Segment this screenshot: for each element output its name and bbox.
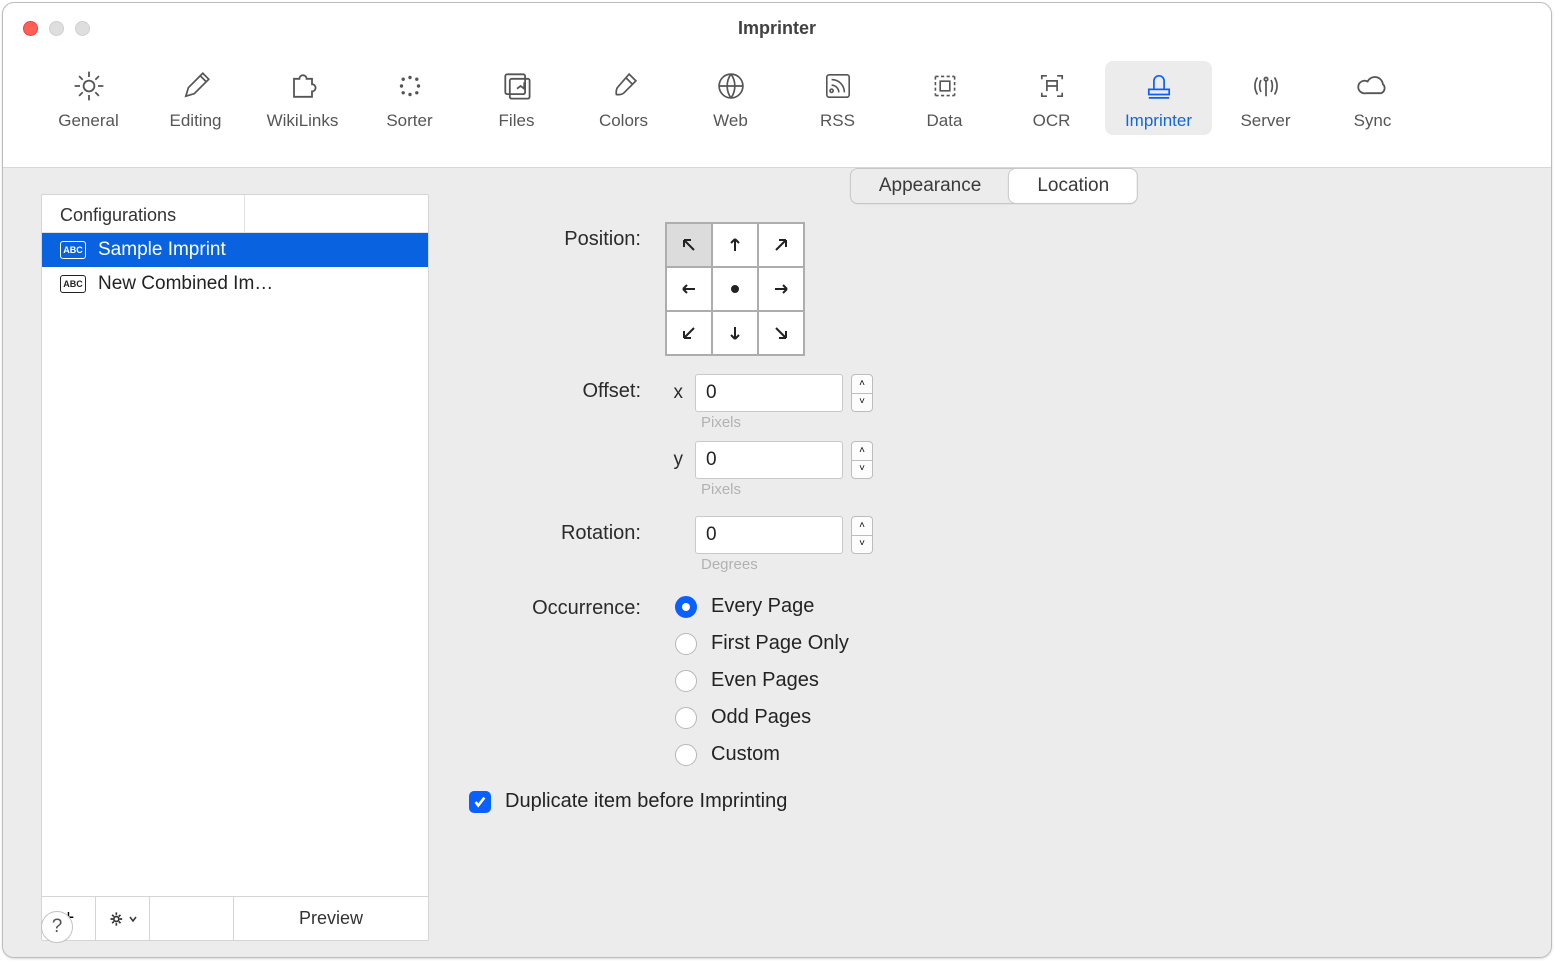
- pencil-icon: [177, 67, 215, 105]
- sidebar-footer: + Preview: [42, 896, 428, 940]
- occurrence-even-pages[interactable]: Even Pages: [675, 669, 849, 692]
- configurations-sidebar: Configurations ABC Sample Imprint ABC Ne…: [41, 194, 429, 941]
- position-label: Position:: [465, 222, 665, 251]
- offset-x-label: x: [665, 382, 683, 404]
- antenna-icon: [1247, 67, 1285, 105]
- configuration-item[interactable]: ABC New Combined Im…: [42, 267, 428, 301]
- subtabs: Appearance Location: [850, 168, 1138, 204]
- zoom-window-button[interactable]: [75, 21, 90, 36]
- rotation-units: Degrees: [701, 556, 873, 573]
- data-icon: [926, 67, 964, 105]
- preferences-window: Imprinter General Editing WikiLinks Sort…: [2, 2, 1552, 958]
- occurrence-custom[interactable]: Custom: [675, 743, 849, 766]
- stepper-up-icon[interactable]: ˄: [851, 441, 873, 460]
- sorter-icon: [391, 67, 429, 105]
- position-top-right[interactable]: [758, 223, 804, 267]
- tab-ocr[interactable]: OCR: [998, 61, 1105, 135]
- tab-sync[interactable]: Sync: [1319, 61, 1426, 135]
- radio-icon: [675, 596, 697, 618]
- help-button[interactable]: ?: [41, 911, 73, 943]
- preferences-toolbar: General Editing WikiLinks Sorter Files: [3, 53, 1551, 168]
- occurrence-first-page[interactable]: First Page Only: [675, 632, 849, 655]
- offset-y-stepper[interactable]: ˄ ˅: [851, 441, 873, 479]
- gear-icon: [108, 909, 128, 929]
- gear-icon: [70, 67, 108, 105]
- offset-y-units: Pixels: [701, 481, 873, 498]
- position-bottom-right[interactable]: [758, 311, 804, 355]
- cloud-icon: [1354, 67, 1392, 105]
- minimize-window-button[interactable]: [49, 21, 64, 36]
- tab-editing[interactable]: Editing: [142, 61, 249, 135]
- tab-general[interactable]: General: [35, 61, 142, 135]
- stepper-down-icon[interactable]: ˅: [851, 460, 873, 480]
- preview-button[interactable]: Preview: [234, 897, 428, 940]
- content-area: Configurations ABC Sample Imprint ABC Ne…: [3, 168, 1551, 957]
- rss-icon: [819, 67, 857, 105]
- tab-web[interactable]: Web: [677, 61, 784, 135]
- tab-data[interactable]: Data: [891, 61, 998, 135]
- radio-icon: [675, 707, 697, 729]
- configuration-actions-button[interactable]: [96, 897, 150, 940]
- configuration-label: New Combined Im…: [98, 273, 273, 295]
- titlebar: Imprinter: [3, 3, 1551, 53]
- stepper-up-icon[interactable]: ˄: [851, 516, 873, 535]
- duplicate-before-imprinting-checkbox[interactable]: Duplicate item before Imprinting: [469, 790, 1523, 813]
- position-left[interactable]: [666, 267, 712, 311]
- position-top-left[interactable]: [666, 223, 712, 267]
- radio-icon: [675, 744, 697, 766]
- tab-files[interactable]: Files: [463, 61, 570, 135]
- tab-wikilinks[interactable]: WikiLinks: [249, 61, 356, 135]
- position-grid: [665, 222, 805, 356]
- brush-icon: [605, 67, 643, 105]
- occurrence-label: Occurrence:: [465, 591, 665, 620]
- stamp-icon: [1140, 67, 1178, 105]
- imprint-icon: ABC: [60, 275, 86, 293]
- rotation-input[interactable]: [695, 516, 843, 554]
- settings-panel: Appearance Location Position:: [465, 194, 1523, 941]
- stepper-up-icon[interactable]: ˄: [851, 374, 873, 393]
- radio-icon: [675, 670, 697, 692]
- globe-icon: [712, 67, 750, 105]
- subtab-appearance[interactable]: Appearance: [851, 169, 1009, 203]
- rotation-stepper[interactable]: ˄ ˅: [851, 516, 873, 554]
- subtab-location[interactable]: Location: [1009, 169, 1137, 203]
- position-right[interactable]: [758, 267, 804, 311]
- stepper-down-icon[interactable]: ˅: [851, 535, 873, 555]
- imprint-icon: ABC: [60, 241, 86, 259]
- checkbox-icon: [469, 791, 491, 813]
- radio-icon: [675, 633, 697, 655]
- tab-colors[interactable]: Colors: [570, 61, 677, 135]
- offset-x-input[interactable]: [695, 374, 843, 412]
- offset-y-input[interactable]: [695, 441, 843, 479]
- occurrence-odd-pages[interactable]: Odd Pages: [675, 706, 849, 729]
- offset-x-units: Pixels: [701, 414, 873, 431]
- position-top[interactable]: [712, 223, 758, 267]
- rotation-label: Rotation:: [465, 516, 665, 545]
- configuration-item[interactable]: ABC Sample Imprint: [42, 233, 428, 267]
- tab-sorter[interactable]: Sorter: [356, 61, 463, 135]
- tab-server[interactable]: Server: [1212, 61, 1319, 135]
- offset-y-label: y: [665, 449, 683, 471]
- close-window-button[interactable]: [23, 21, 38, 36]
- traffic-lights: [23, 21, 90, 36]
- offset-label: Offset:: [465, 374, 665, 403]
- puzzle-icon: [284, 67, 322, 105]
- ocr-icon: [1033, 67, 1071, 105]
- tab-rss[interactable]: RSS: [784, 61, 891, 135]
- files-icon: [498, 67, 536, 105]
- window-title: Imprinter: [738, 18, 816, 39]
- configuration-label: Sample Imprint: [98, 239, 226, 261]
- sidebar-header: Configurations: [42, 195, 428, 233]
- occurrence-every-page[interactable]: Every Page: [675, 595, 849, 618]
- offset-x-stepper[interactable]: ˄ ˅: [851, 374, 873, 412]
- stepper-down-icon[interactable]: ˅: [851, 393, 873, 413]
- position-bottom[interactable]: [712, 311, 758, 355]
- position-center[interactable]: [712, 267, 758, 311]
- sidebar-footer-spacer: [150, 897, 234, 940]
- chevron-down-icon: [128, 914, 138, 924]
- tab-imprinter[interactable]: Imprinter: [1105, 61, 1212, 135]
- position-bottom-left[interactable]: [666, 311, 712, 355]
- configurations-list: ABC Sample Imprint ABC New Combined Im…: [42, 233, 428, 896]
- occurrence-radios: Every Page First Page Only Even Pages: [665, 591, 849, 766]
